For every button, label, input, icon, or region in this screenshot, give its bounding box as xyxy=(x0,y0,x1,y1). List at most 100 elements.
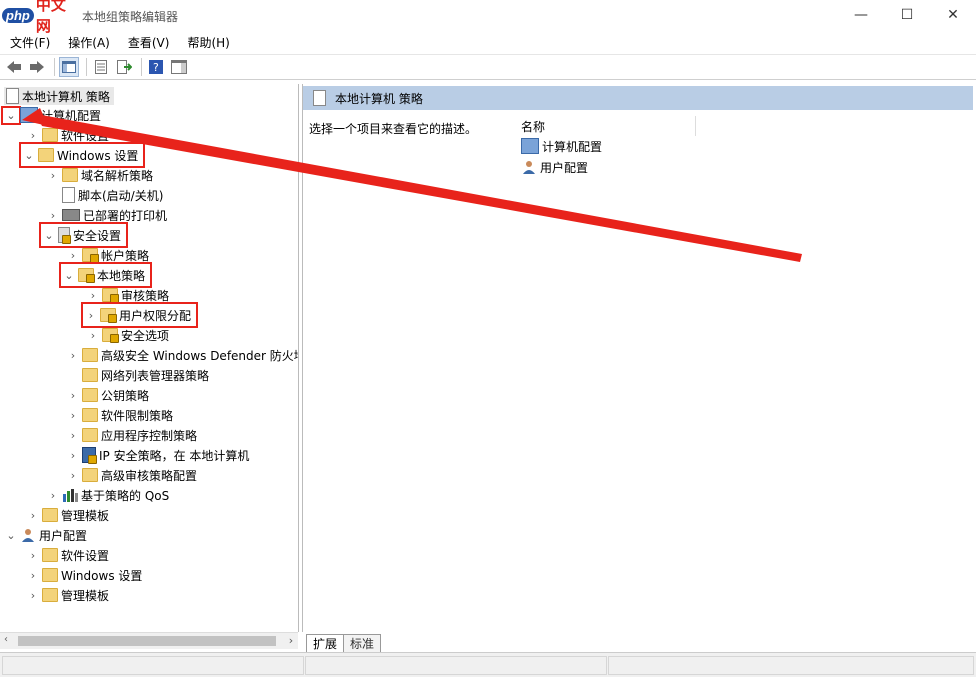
locked-folder-icon xyxy=(102,328,119,343)
tree-name-resolution[interactable]: › 域名解析策略 xyxy=(46,165,153,185)
chevron-down-icon[interactable]: ⌄ xyxy=(4,529,18,542)
scrollbar-thumb[interactable] xyxy=(18,636,276,646)
tree-label: 脚本(启动/关机) xyxy=(78,188,164,203)
column-header-name[interactable]: 名称 xyxy=(521,116,696,136)
tree-horizontal-scrollbar[interactable]: ‹ xyxy=(0,632,298,649)
chevron-down-icon[interactable]: ⌄ xyxy=(1,105,21,125)
tree-security-options[interactable]: › 安全选项 xyxy=(86,325,169,345)
scroll-left-icon[interactable]: ‹ xyxy=(4,634,8,645)
tree-label: 安全设置 xyxy=(73,228,122,243)
tree-pane: 本地计算机 策略 ⌄ 计算机配置 › 软件设置 ⌄ Windows 设置 › 域… xyxy=(0,84,299,632)
chevron-right-icon[interactable]: › xyxy=(46,209,60,222)
tree-local-policies[interactable]: ⌄ 本地策略 xyxy=(58,262,153,288)
chevron-down-icon[interactable]: ⌄ xyxy=(42,229,56,242)
locked-folder-icon xyxy=(78,268,95,283)
tree-public-key[interactable]: › 公钥策略 xyxy=(66,385,149,405)
tree-user-admin-templates[interactable]: › 管理模板 xyxy=(26,585,109,605)
chevron-right-icon[interactable]: › xyxy=(66,429,80,442)
details-pane: 本地计算机 策略 选择一个项目来查看它的描述。 名称 计算机配置 用户配置 xyxy=(302,84,975,632)
tree-label: 高级审核策略配置 xyxy=(101,468,198,483)
chevron-right-icon[interactable]: › xyxy=(284,632,298,648)
folder-icon xyxy=(42,588,58,602)
tree-user-config[interactable]: ⌄ 用户配置 xyxy=(4,525,87,545)
tree-user-software-settings[interactable]: › 软件设置 xyxy=(26,545,109,565)
help-icon[interactable]: ? xyxy=(146,57,166,77)
toolbar: ? xyxy=(0,54,976,80)
back-arrow-icon[interactable] xyxy=(4,57,24,77)
tree-label: 用户权限分配 xyxy=(119,308,192,323)
svg-text:?: ? xyxy=(153,61,159,74)
chevron-right-icon[interactable]: › xyxy=(66,349,80,362)
folder-icon xyxy=(38,148,54,162)
chevron-right-icon[interactable]: › xyxy=(46,489,60,502)
chevron-right-icon[interactable]: › xyxy=(26,549,40,562)
tree-label: 域名解析策略 xyxy=(81,168,154,183)
tree-user-rights-assignment[interactable]: › 用户权限分配 xyxy=(80,302,199,328)
tree-printers[interactable]: › 已部署的打印机 xyxy=(46,205,167,225)
tree-qos[interactable]: › 基于策略的 QoS xyxy=(46,485,169,505)
minimize-button[interactable]: — xyxy=(838,0,884,30)
chevron-right-icon[interactable]: › xyxy=(84,309,98,322)
show-hide-action-pane-icon[interactable] xyxy=(169,57,189,77)
menu-view[interactable]: 查看(V) xyxy=(118,32,178,52)
tree-windows-settings[interactable]: ⌄ Windows 设置 xyxy=(18,142,146,168)
menu-help[interactable]: 帮助(H) xyxy=(177,32,237,52)
tree-computer-config[interactable]: ⌄ 计算机配置 xyxy=(1,105,101,125)
chevron-right-icon[interactable]: › xyxy=(86,289,100,302)
tree-software-restriction[interactable]: › 软件限制策略 xyxy=(66,405,173,425)
forward-arrow-icon[interactable] xyxy=(27,57,47,77)
folder-icon xyxy=(82,368,98,382)
folder-icon xyxy=(62,168,78,182)
column-header-label: 名称 xyxy=(521,120,546,134)
ip-security-icon xyxy=(82,447,97,464)
list-item-computer-config[interactable]: 计算机配置 xyxy=(521,136,602,156)
description-text: 选择一个项目来查看它的描述。 xyxy=(309,122,478,136)
export-list-icon[interactable] xyxy=(114,57,134,77)
chevron-right-icon[interactable]: › xyxy=(66,469,80,482)
chevron-right-icon[interactable]: › xyxy=(66,409,80,422)
list-item-user-config[interactable]: 用户配置 xyxy=(521,157,588,177)
chevron-right-icon[interactable]: › xyxy=(66,389,80,402)
menu-action[interactable]: 操作(A) xyxy=(58,32,118,52)
script-icon xyxy=(62,187,75,203)
policy-document-icon xyxy=(313,90,326,106)
tree-account-policies[interactable]: › 帐户策略 xyxy=(66,245,149,265)
tab-standard[interactable]: 标准 xyxy=(343,634,382,652)
tab-extended[interactable]: 扩展 xyxy=(306,634,345,652)
folder-icon xyxy=(42,128,58,142)
chevron-right-icon[interactable]: › xyxy=(26,569,40,582)
tree-scripts[interactable]: 脚本(启动/关机) xyxy=(46,185,163,205)
bar-chart-icon xyxy=(62,488,78,502)
chevron-right-icon[interactable]: › xyxy=(26,129,40,142)
tree-ip-security[interactable]: › IP 安全策略，在 本地计算机 xyxy=(66,445,249,465)
tree-root[interactable]: 本地计算机 策略 xyxy=(4,87,114,105)
tree-software-settings[interactable]: › 软件设置 xyxy=(26,125,109,145)
close-button[interactable]: ✕ xyxy=(930,0,976,30)
tree-security-settings[interactable]: ⌄ 安全设置 xyxy=(38,222,129,248)
tree-audit-policy[interactable]: › 审核策略 xyxy=(86,285,169,305)
chevron-right-icon[interactable]: › xyxy=(46,169,60,182)
tree-user-windows-settings[interactable]: › Windows 设置 xyxy=(26,565,142,585)
chevron-right-icon[interactable]: › xyxy=(26,509,40,522)
maximize-button[interactable]: ☐ xyxy=(884,0,930,30)
chevron-right-icon[interactable]: › xyxy=(86,329,100,342)
chevron-down-icon[interactable]: ⌄ xyxy=(62,269,76,282)
tree-label: Windows 设置 xyxy=(61,568,143,583)
tree-admin-templates[interactable]: › 管理模板 xyxy=(26,505,109,525)
tree-label: 公钥策略 xyxy=(101,388,150,403)
locked-folder-icon xyxy=(100,308,117,323)
window-title: 本地组策略编辑器 xyxy=(82,10,179,24)
chevron-right-icon[interactable]: › xyxy=(26,589,40,602)
tree-defender-firewall[interactable]: › 高级安全 Windows Defender 防火墙 xyxy=(66,345,298,365)
chevron-right-icon[interactable]: › xyxy=(66,249,80,262)
tree-network-list[interactable]: 网络列表管理器策略 xyxy=(66,365,209,385)
show-tree-icon[interactable] xyxy=(59,57,79,77)
properties-icon[interactable] xyxy=(91,57,111,77)
tree-advanced-audit[interactable]: › 高级审核策略配置 xyxy=(66,465,197,485)
tree-label: 软件设置 xyxy=(61,128,110,143)
chevron-right-icon[interactable]: › xyxy=(66,449,80,462)
folder-icon xyxy=(82,468,98,482)
tree-app-control[interactable]: › 应用程序控制策略 xyxy=(66,425,197,445)
chevron-down-icon[interactable]: ⌄ xyxy=(22,149,36,162)
menu-file[interactable]: 文件(F) xyxy=(0,32,58,52)
